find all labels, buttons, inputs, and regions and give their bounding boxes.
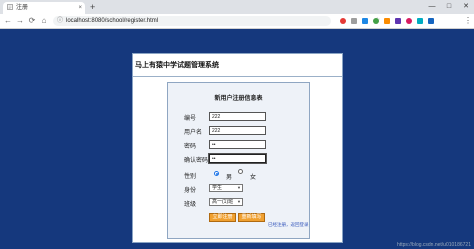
extension-icon[interactable]	[395, 18, 401, 24]
password-input[interactable]	[209, 140, 266, 149]
role-select[interactable]: 学生 ▼	[209, 184, 243, 192]
id-input[interactable]	[209, 112, 266, 121]
browser-toolbar: ← → ⟳ ⌂ ⓘ localhost:8080/school/register.…	[0, 14, 474, 29]
extension-icon[interactable]	[384, 18, 390, 24]
home-button[interactable]: ⌂	[39, 15, 49, 27]
gender-label: 性别	[184, 174, 197, 180]
new-tab-button[interactable]: +	[90, 1, 95, 13]
role-selected-value: 学生	[212, 185, 223, 191]
minimize-button[interactable]: —	[426, 0, 438, 14]
class-label: 班级	[184, 202, 197, 208]
class-selected-value: 高一(1)班	[212, 199, 234, 205]
gender-male-radio[interactable]	[214, 171, 219, 176]
class-select[interactable]: 高一(1)班 ▼	[209, 198, 243, 206]
form-heading: 新用户注册信息表	[214, 96, 263, 102]
extension-icon[interactable]	[428, 18, 434, 24]
extension-icon[interactable]	[340, 18, 346, 24]
extension-icon[interactable]	[417, 18, 423, 24]
confirm-password-label: 确认密码	[184, 158, 209, 164]
confirm-password-input[interactable]	[208, 153, 267, 164]
back-button[interactable]: ←	[3, 15, 13, 27]
tab-close-icon[interactable]: ×	[78, 2, 82, 14]
site-info-icon[interactable]: ⓘ	[57, 18, 63, 24]
login-link[interactable]: 已经注册，返回登录	[268, 222, 309, 228]
username-input[interactable]	[209, 126, 266, 135]
close-window-button[interactable]: ✕	[460, 0, 472, 14]
extension-icon[interactable]	[351, 18, 357, 24]
extension-icon[interactable]	[373, 18, 379, 24]
tab-strip: 注册 × + — □ ✕	[0, 0, 474, 14]
chevron-down-icon: ▼	[237, 199, 241, 204]
password-label: 密码	[184, 144, 197, 150]
gender-female-text: 女	[250, 175, 257, 181]
forward-button[interactable]: →	[15, 15, 25, 27]
title-divider	[133, 76, 342, 77]
id-label: 编号	[184, 116, 197, 122]
chevron-down-icon: ▼	[237, 185, 241, 190]
browser-tab[interactable]: 注册 ×	[3, 2, 85, 14]
watermark-text: https://blog.csdn.net/u010186721	[397, 242, 471, 248]
reset-button[interactable]: 重新填写	[238, 213, 265, 222]
extension-icon[interactable]	[406, 18, 412, 24]
address-bar[interactable]: ⓘlocalhost:8080/school/register.html ☆	[53, 16, 380, 26]
register-form: 新用户注册信息表 编号 用户名 密码 确认密码 性别 男 女 身份 学生 ▼ 班…	[167, 82, 310, 239]
username-label: 用户名	[184, 130, 203, 136]
gender-female-radio[interactable]	[238, 169, 243, 174]
reload-button[interactable]: ⟳	[27, 15, 37, 27]
role-label: 身份	[184, 188, 197, 194]
url-text: localhost:8080/school/register.html	[66, 18, 159, 24]
page-favicon-icon	[7, 4, 13, 10]
system-title: 马上有猿中学试题管理系统	[135, 62, 219, 69]
maximize-button[interactable]: □	[443, 0, 455, 14]
tab-title: 注册	[16, 5, 29, 11]
register-button[interactable]: 立即注册	[209, 213, 236, 222]
gender-male-text: 男	[226, 175, 233, 181]
browser-menu-icon[interactable]: ⋮	[464, 14, 472, 28]
extension-icon[interactable]	[362, 18, 368, 24]
main-panel: 马上有猿中学试题管理系统 新用户注册信息表 编号 用户名 密码 确认密码 性别 …	[132, 53, 343, 243]
